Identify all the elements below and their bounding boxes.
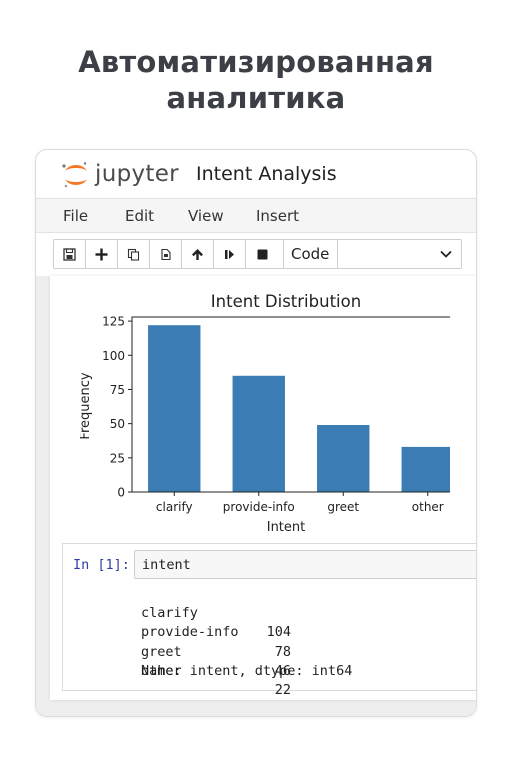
menu-edit[interactable]: Edit <box>125 207 154 225</box>
cell-type-value: Code <box>291 245 330 263</box>
cell-prompt: In [1]: <box>73 557 130 573</box>
bar-clarify <box>148 325 201 492</box>
headline: Автоматизированная аналитика <box>0 44 512 116</box>
notebook-title[interactable]: Intent Analysis <box>196 163 337 185</box>
y-tick-label: 0 <box>117 486 125 500</box>
x-tick-label: greet <box>327 500 359 514</box>
output-row: greet 46 <box>141 623 352 679</box>
copy-icon <box>161 248 171 260</box>
toolbar: Code <box>53 239 462 269</box>
cut-button[interactable] <box>118 240 150 268</box>
notebook-page: Intent Distribution Intent Frequency 0 25… <box>50 276 476 700</box>
move-up-button[interactable] <box>182 240 214 268</box>
cell-input[interactable]: intent <box>134 550 476 579</box>
y-tick-label: 100 <box>102 349 125 363</box>
stop-button[interactable] <box>246 240 278 268</box>
bar-provide-info <box>232 375 285 492</box>
menu-file[interactable]: File <box>63 207 88 225</box>
add-cell-button[interactable] <box>86 240 118 268</box>
x-tick-label: clarify <box>156 500 193 514</box>
output-row: other 22 <box>141 643 352 698</box>
cell-type-select[interactable]: Code <box>283 240 461 268</box>
arrow-up-icon <box>192 248 203 260</box>
headline-line-2: аналитика <box>166 81 346 115</box>
chart-xlabel: Intent <box>267 520 306 535</box>
output-row: clarify 104 <box>141 585 352 640</box>
code-cell[interactable]: In [1]: intent clarify 104 provide-info … <box>62 543 476 698</box>
menu-bar: File Edit View Insert <box>36 198 476 233</box>
y-tick-label: 50 <box>110 417 125 431</box>
stop-icon <box>257 249 267 259</box>
bar-chart: Intent Distribution Intent Frequency 0 25… <box>80 292 450 535</box>
bar-other <box>401 446 450 492</box>
logo-text: jupyter <box>95 161 179 187</box>
cell-type-divider <box>337 240 338 268</box>
x-tick-label: other <box>412 500 444 514</box>
y-tick-label: 25 <box>110 451 125 465</box>
x-tick-label: provide-info <box>223 500 295 514</box>
menu-view[interactable]: View <box>188 207 224 225</box>
save-icon <box>63 247 76 261</box>
cell-code: intent <box>142 557 191 573</box>
notebook-area: Intent Distribution Intent Frequency 0 25… <box>36 276 476 716</box>
chart-title: Intent Distribution <box>211 292 361 311</box>
headline-line-1: Автоматизированная <box>78 45 434 79</box>
step-forward-icon <box>225 249 234 259</box>
jupyter-logo-icon <box>62 162 87 188</box>
output-row: provide-info 78 <box>141 604 352 659</box>
output-footer: Name: intent, dtype: int64 <box>141 662 353 679</box>
save-button[interactable] <box>54 240 86 268</box>
cell-output: clarify 104 provide-info 78 greet 46 oth… <box>141 585 353 698</box>
run-button[interactable] <box>214 240 246 268</box>
bar-greet <box>317 425 370 492</box>
jupyter-logo[interactable]: jupyter <box>61 159 181 191</box>
jupyter-window: jupyter Intent Analysis File Edit View I… <box>35 149 477 717</box>
cut-icon <box>127 248 140 261</box>
chart-ylabel: Frequency <box>80 372 93 439</box>
copy-button[interactable] <box>150 240 182 268</box>
chevron-down-icon <box>440 250 452 258</box>
y-tick-label: 75 <box>110 383 125 397</box>
plus-icon <box>95 248 108 260</box>
output-value: 22 <box>274 681 291 698</box>
menu-insert[interactable]: Insert <box>256 207 299 225</box>
title-bar: jupyter Intent Analysis <box>36 150 476 198</box>
y-tick-label: 125 <box>102 315 125 329</box>
